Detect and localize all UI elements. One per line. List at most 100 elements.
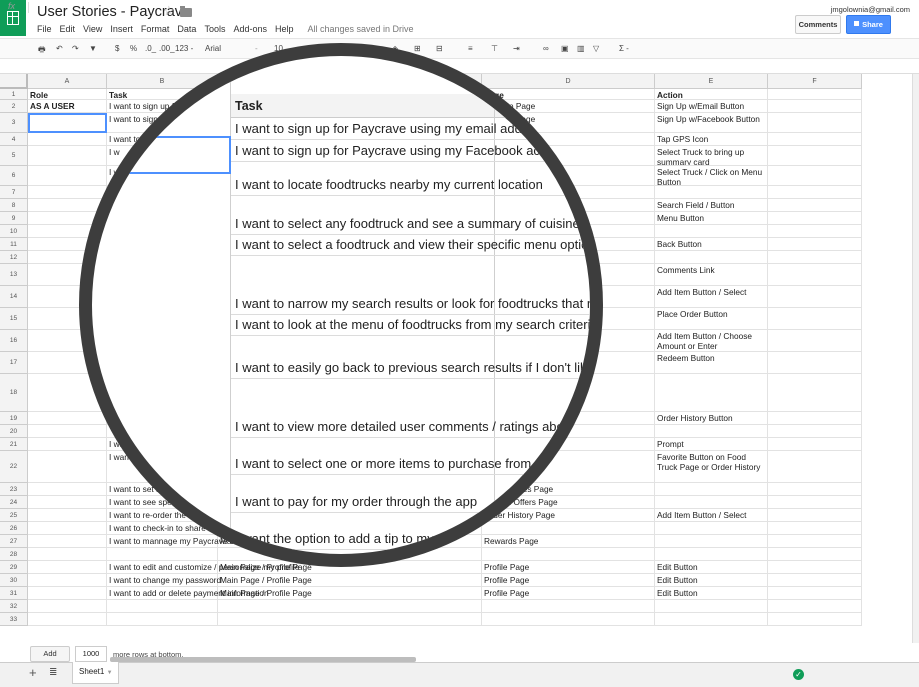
cell-e15[interactable]: Place Order Button bbox=[655, 308, 768, 330]
row-header[interactable]: 8 bbox=[0, 199, 28, 212]
row-header[interactable]: 17 bbox=[0, 352, 28, 374]
insert-chart-icon[interactable]: ▥ bbox=[577, 44, 585, 53]
row-header[interactable]: 14 bbox=[0, 286, 28, 308]
cell-f1[interactable] bbox=[768, 89, 862, 100]
cell-e16[interactable]: Add Item Button / Choose Amount or Enter bbox=[655, 330, 768, 352]
cell-f32[interactable] bbox=[768, 600, 862, 613]
cell-e31[interactable]: Edit Button bbox=[655, 587, 768, 600]
cell-e9[interactable]: Menu Button bbox=[655, 212, 768, 225]
cell-f15[interactable] bbox=[768, 308, 862, 330]
cell-e21[interactable]: Prompt bbox=[655, 438, 768, 451]
comments-button[interactable]: Comments bbox=[795, 15, 841, 34]
cell-e20[interactable] bbox=[655, 425, 768, 438]
cell-e4[interactable]: Tap GPS Icon bbox=[655, 133, 768, 146]
cell-e24[interactable] bbox=[655, 496, 768, 509]
cell-f23[interactable] bbox=[768, 483, 862, 496]
cell-f2[interactable] bbox=[768, 100, 862, 113]
insert-comment-icon[interactable]: ▣ bbox=[561, 44, 569, 53]
row-header[interactable]: 30 bbox=[0, 574, 28, 587]
row-header[interactable]: 16 bbox=[0, 330, 28, 352]
cell-f26[interactable] bbox=[768, 522, 862, 535]
row-header[interactable]: 32 bbox=[0, 600, 28, 613]
cell-e1[interactable]: Action bbox=[655, 89, 768, 100]
cell-e19[interactable]: Order History Button bbox=[655, 412, 768, 425]
cell-e7[interactable] bbox=[655, 186, 768, 199]
cell-b30[interactable]: I want to change my password bbox=[107, 574, 221, 587]
row-header[interactable]: 5 bbox=[0, 146, 28, 166]
cell-f7[interactable] bbox=[768, 186, 862, 199]
menu-addons[interactable]: Add-ons bbox=[233, 24, 267, 34]
align-left-icon[interactable]: ≡ bbox=[468, 44, 473, 53]
cell-f24[interactable] bbox=[768, 496, 862, 509]
cell-d29[interactable]: Profile Page bbox=[482, 561, 655, 574]
currency-button[interactable]: $ bbox=[115, 44, 119, 53]
vertical-scrollbar[interactable] bbox=[912, 74, 919, 643]
menu-format[interactable]: Format bbox=[141, 24, 170, 34]
cell-f12[interactable] bbox=[768, 251, 862, 264]
functions-button[interactable]: Σ - bbox=[619, 44, 629, 53]
cell-f19[interactable] bbox=[768, 412, 862, 425]
row-header[interactable]: 18 bbox=[0, 374, 28, 412]
insert-link-icon[interactable]: ∞ bbox=[543, 44, 549, 53]
cell-f28[interactable] bbox=[768, 548, 862, 561]
menu-data[interactable]: Data bbox=[177, 24, 196, 34]
sheet-tab[interactable]: Sheet1 ▼ bbox=[72, 662, 119, 684]
user-email[interactable]: jmgolownia@gmail.com bbox=[831, 5, 910, 14]
cell-e33[interactable] bbox=[655, 613, 768, 626]
cell-e3[interactable]: Sign Up w/Facebook Button bbox=[655, 113, 768, 133]
cell-e32[interactable] bbox=[655, 600, 768, 613]
row-header[interactable]: 13 bbox=[0, 264, 28, 286]
cell-e12[interactable] bbox=[655, 251, 768, 264]
cell-e13[interactable]: Comments Link bbox=[655, 264, 768, 286]
cell-b33[interactable] bbox=[107, 613, 218, 626]
cell-f33[interactable] bbox=[768, 613, 862, 626]
menu-file[interactable]: File bbox=[37, 24, 52, 34]
cell-f10[interactable] bbox=[768, 225, 862, 238]
cell-f31[interactable] bbox=[768, 587, 862, 600]
text-wrap-icon[interactable]: ⇥ bbox=[513, 44, 520, 53]
cell-e5[interactable]: Select Truck to bring up summary card bbox=[655, 146, 768, 166]
cell-c33[interactable] bbox=[218, 613, 482, 626]
cell-f22[interactable] bbox=[768, 451, 862, 483]
vertical-align-icon[interactable]: ⊤ bbox=[491, 44, 498, 53]
cell-f21[interactable] bbox=[768, 438, 862, 451]
cell-b31[interactable]: I want to add or delete payment informat… bbox=[107, 587, 269, 600]
row-header[interactable]: 26 bbox=[0, 522, 28, 535]
row-header[interactable]: 19 bbox=[0, 412, 28, 425]
menu-help[interactable]: Help bbox=[275, 24, 294, 34]
cell-f4[interactable] bbox=[768, 133, 862, 146]
cell-f25[interactable] bbox=[768, 509, 862, 522]
row-header[interactable]: 21 bbox=[0, 438, 28, 451]
cell-e17[interactable]: Redeem Button bbox=[655, 352, 768, 374]
cell-f30[interactable] bbox=[768, 574, 862, 587]
merge-cells-icon[interactable]: ⊟ bbox=[436, 44, 443, 53]
font-select[interactable]: Arial bbox=[205, 44, 221, 53]
sheet-list-icon[interactable]: ≣ bbox=[49, 667, 57, 678]
increase-decimal-button[interactable]: .00_ bbox=[159, 44, 175, 53]
cell-a31[interactable] bbox=[28, 587, 107, 600]
share-button[interactable]: Share bbox=[846, 15, 891, 34]
cell-e22[interactable]: Favorite Button on Food Truck Page or Or… bbox=[655, 451, 768, 483]
column-header-e[interactable]: E bbox=[655, 74, 768, 89]
row-header[interactable]: 11 bbox=[0, 238, 28, 251]
row-header[interactable]: 10 bbox=[0, 225, 28, 238]
menu-insert[interactable]: Insert bbox=[110, 24, 133, 34]
cell-d33[interactable] bbox=[482, 613, 655, 626]
cell-e30[interactable]: Edit Button bbox=[655, 574, 768, 587]
cell-e26[interactable] bbox=[655, 522, 768, 535]
cell-f9[interactable] bbox=[768, 212, 862, 225]
menu-view[interactable]: View bbox=[83, 24, 102, 34]
cell-d32[interactable] bbox=[482, 600, 655, 613]
undo-icon[interactable]: ↶ bbox=[56, 44, 63, 53]
cell-f6[interactable] bbox=[768, 166, 862, 186]
cell-e10[interactable] bbox=[655, 225, 768, 238]
cell-a32[interactable] bbox=[28, 600, 107, 613]
menu-tools[interactable]: Tools bbox=[204, 24, 225, 34]
paint-format-icon[interactable]: ▼ bbox=[89, 44, 97, 53]
row-header[interactable]: 3 bbox=[0, 113, 28, 133]
decrease-decimal-button[interactable]: .0_ bbox=[145, 44, 156, 53]
cell-f5[interactable] bbox=[768, 146, 862, 166]
column-header-f[interactable]: F bbox=[768, 74, 862, 89]
print-icon[interactable]: 🖶 bbox=[38, 44, 46, 58]
cell-f29[interactable] bbox=[768, 561, 862, 574]
